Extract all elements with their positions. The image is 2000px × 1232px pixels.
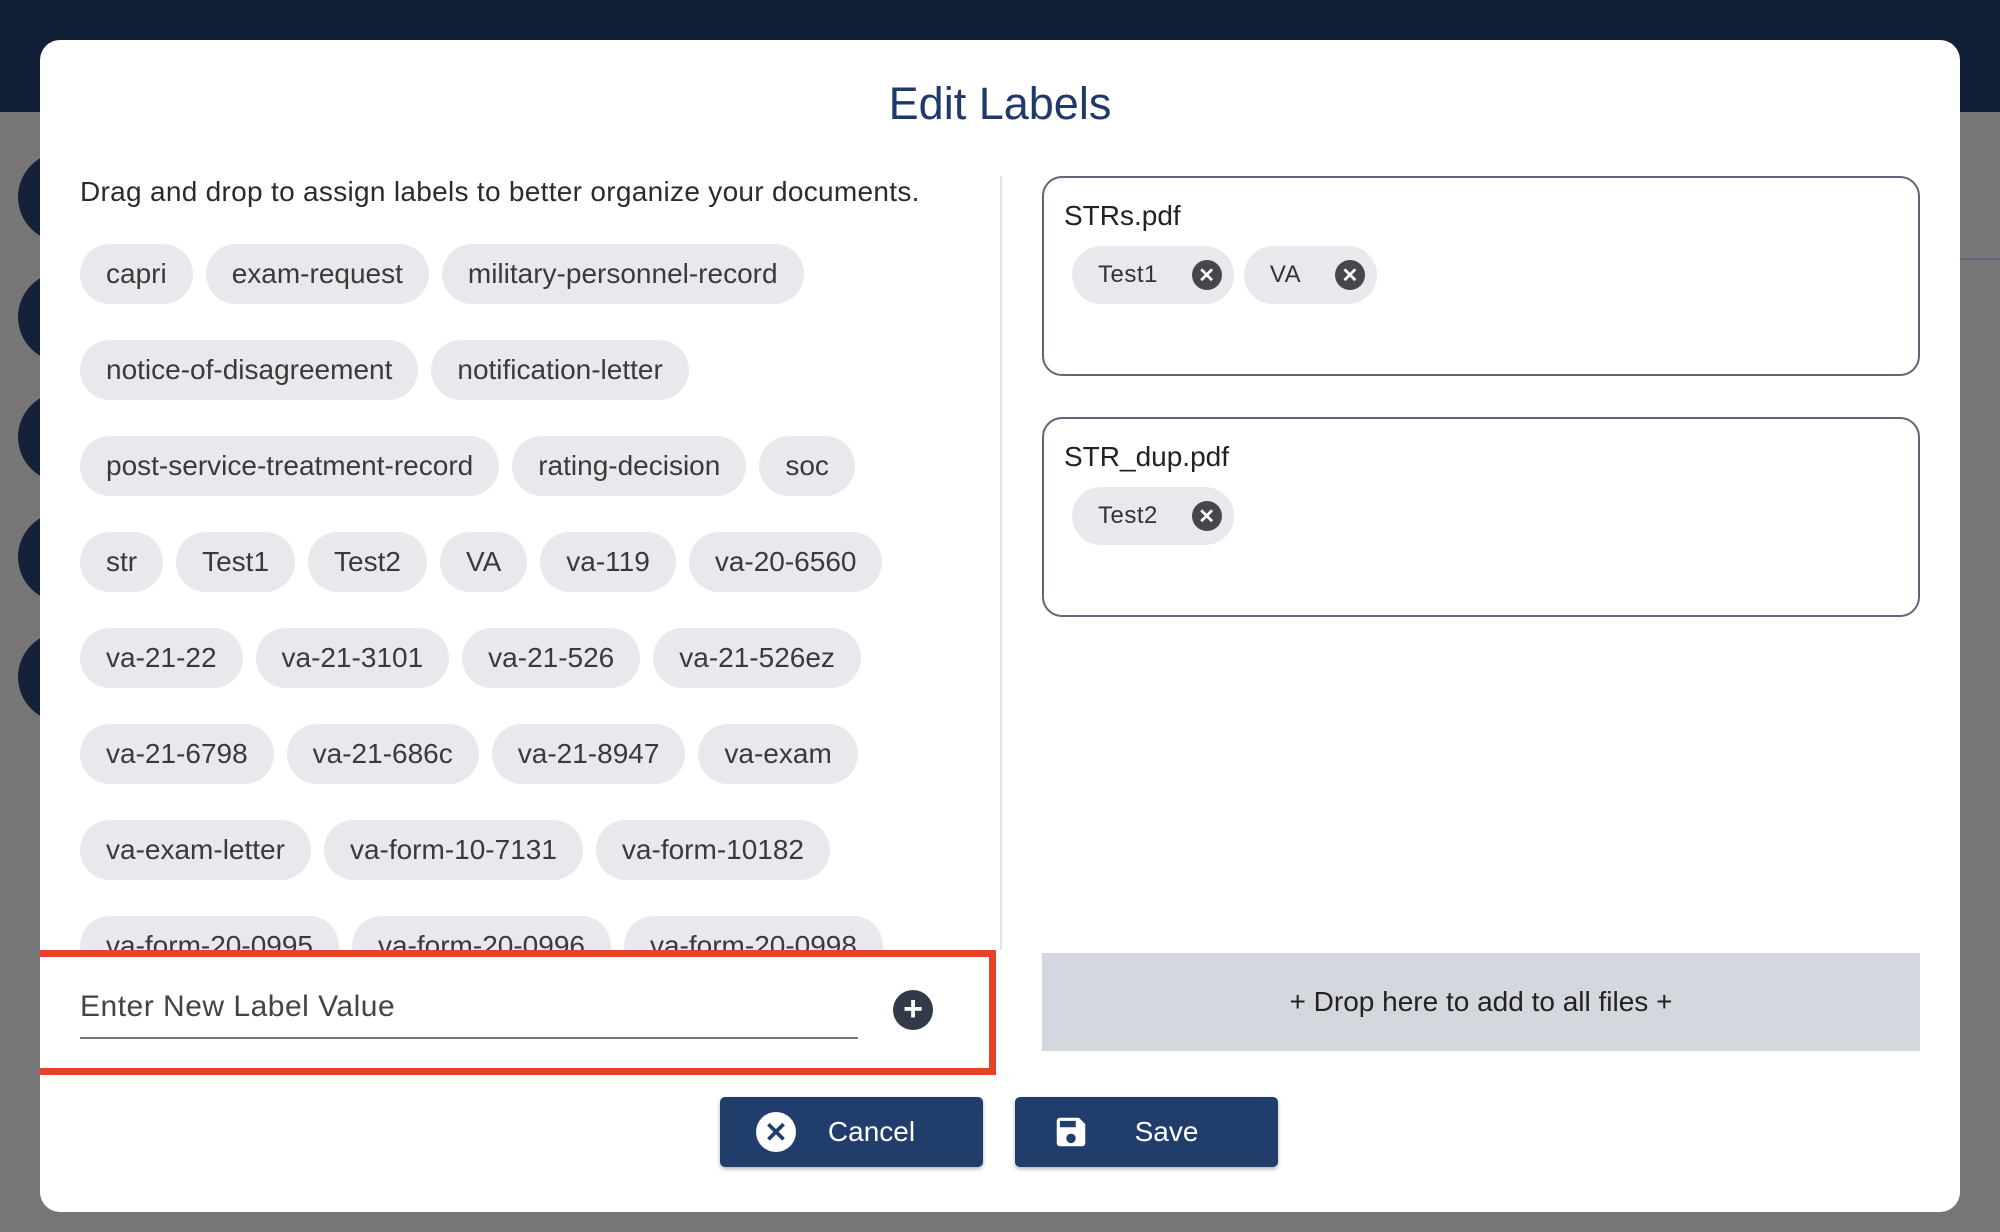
label-chip[interactable]: rating-decision: [512, 436, 747, 496]
label-chip[interactable]: va-21-3101: [255, 628, 450, 688]
label-chip[interactable]: Test1: [176, 532, 296, 592]
label-chip[interactable]: va-20-6560: [688, 532, 883, 592]
label-chip[interactable]: va-form-20-0995: [80, 916, 339, 950]
dialog-title: Edit Labels: [888, 78, 1112, 129]
file-card[interactable]: STRs.pdf Test1 ✕ VA ✕: [1042, 176, 1920, 376]
remove-label-icon[interactable]: ✕: [1335, 260, 1366, 290]
assigned-label-chip[interactable]: Test2 ✕: [1072, 487, 1234, 545]
label-row: va-21-6798 va-21-686c va-21-8947 va-exam: [80, 724, 980, 784]
file-card[interactable]: STR_dup.pdf Test2 ✕: [1042, 417, 1920, 617]
label-row: str Test1 Test2 VA va-119 va-20-6560: [80, 532, 980, 592]
label-chip[interactable]: va-21-8947: [491, 724, 686, 784]
label-chip[interactable]: va-21-686c: [286, 724, 479, 784]
file-name: STR_dup.pdf: [1064, 441, 1229, 472]
label-chip[interactable]: va-21-526: [462, 628, 641, 688]
plus-circle-icon[interactable]: +: [893, 990, 933, 1030]
cancel-button[interactable]: ✕ Cancel: [720, 1097, 983, 1167]
cancel-label: Cancel: [827, 1116, 916, 1147]
label-chip[interactable]: va-119: [540, 532, 676, 592]
label-chip[interactable]: notification-letter: [431, 340, 689, 400]
label-chip[interactable]: notice-of-disagreement: [80, 340, 419, 400]
assigned-label-chip[interactable]: Test1 ✕: [1072, 246, 1234, 304]
file-name: STRs.pdf: [1064, 200, 1181, 231]
label-chip[interactable]: va-form-10-7131: [323, 820, 583, 880]
label-chip[interactable]: military-personnel-record: [441, 244, 804, 304]
label-row: va-exam-letter va-form-10-7131 va-form-101…: [80, 820, 980, 880]
file-labels: Test1 ✕ VA ✕: [1072, 246, 1378, 304]
assigned-label-text: Test1: [1098, 261, 1158, 288]
remove-label-icon[interactable]: ✕: [1191, 501, 1222, 531]
label-row: post-service-treatment-record rating-deci…: [80, 436, 980, 496]
assigned-label-chip[interactable]: VA ✕: [1243, 246, 1378, 304]
drop-all-files-zone[interactable]: + Drop here to add to all files +: [1042, 953, 1920, 1051]
label-row: va-form-20-0995 va-form-20-0996 va-form-20…: [80, 916, 980, 950]
assigned-label-text: VA: [1269, 261, 1302, 288]
panel-divider: [1000, 176, 1002, 950]
new-label-field-highlight: +: [40, 950, 996, 1075]
available-labels-list: capri exam-request military-personnel-reco…: [80, 244, 980, 950]
label-chip[interactable]: va-exam: [698, 724, 858, 784]
label-chip[interactable]: Test2: [308, 532, 427, 592]
label-chip[interactable]: va-21-22: [80, 628, 243, 688]
label-chip[interactable]: va-21-6798: [80, 724, 274, 784]
background-divider: [1960, 258, 2000, 260]
file-labels: Test2 ✕: [1072, 487, 1234, 545]
label-chip[interactable]: va-exam-letter: [80, 820, 311, 880]
label-chip[interactable]: exam-request: [205, 244, 429, 304]
assigned-label-text: Test2: [1098, 502, 1158, 529]
label-chip[interactable]: VA: [439, 532, 528, 592]
label-chip[interactable]: va-form-10182: [595, 820, 831, 880]
label-row: va-21-22 va-21-3101 va-21-526 va-21-526ez: [80, 628, 980, 688]
label-chip[interactable]: va-form-20-0996: [351, 916, 611, 950]
edit-labels-dialog: Edit Labels Drag and drop to assign labe…: [40, 40, 1960, 1212]
label-chip[interactable]: soc: [759, 436, 855, 496]
label-chip[interactable]: va-form-20-0998: [623, 916, 883, 950]
label-chip[interactable]: post-service-treatment-record: [80, 436, 500, 496]
save-button[interactable]: Save: [1015, 1097, 1278, 1167]
label-row: capri exam-request military-personnel-reco…: [80, 244, 980, 304]
label-row: notice-of-disagreement notification-lette…: [80, 340, 980, 400]
new-label-input[interactable]: [80, 977, 858, 1039]
instructions-text: Drag and drop to assign labels to better…: [80, 176, 920, 207]
label-chip[interactable]: capri: [80, 244, 193, 304]
save-label: Save: [1134, 1116, 1199, 1147]
label-chip[interactable]: va-21-526ez: [653, 628, 861, 688]
label-chip[interactable]: str: [80, 532, 164, 592]
remove-label-icon[interactable]: ✕: [1191, 260, 1222, 290]
